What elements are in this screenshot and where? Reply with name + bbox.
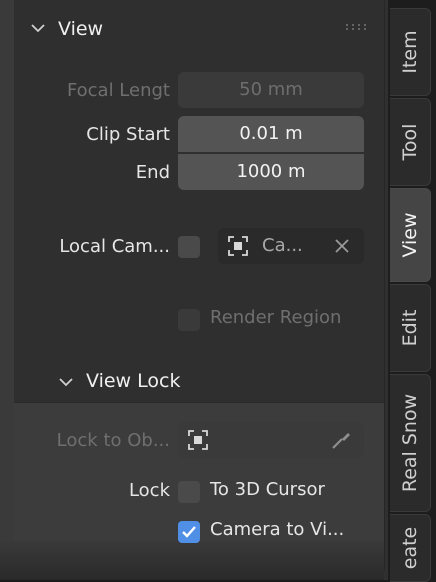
object-data-icon	[188, 430, 208, 450]
focal-length-row: Focal Lengt 50 mm	[14, 72, 384, 112]
tab-real-snow-label: Real Snow	[399, 393, 421, 493]
chevron-down-icon[interactable]	[30, 20, 46, 36]
lock-to-object-field[interactable]	[178, 422, 364, 458]
camera-to-view-checkbox[interactable]	[178, 521, 200, 543]
chevron-down-icon[interactable]	[58, 374, 74, 390]
tab-tool-label: Tool	[399, 123, 421, 161]
render-region-label: Render Region	[210, 307, 342, 328]
local-camera-object-field[interactable]: Ca...	[218, 228, 364, 264]
lock-label: Lock	[128, 480, 170, 501]
tab-item[interactable]: Item	[390, 8, 431, 96]
lock-row: Lock To 3D Cursor	[14, 474, 384, 514]
lock-to-object-label: Lock to Ob...	[56, 430, 170, 451]
tab-create-label: eate	[399, 526, 421, 570]
panel-title: View	[58, 18, 104, 40]
sidebar-tabs: Item Tool View Edit Real Snow eate	[388, 0, 436, 582]
to-3d-cursor-checkbox[interactable]	[178, 481, 200, 503]
tab-item-label: Item	[399, 30, 421, 74]
grip-icon[interactable]	[346, 22, 372, 32]
to-3d-cursor-label: To 3D Cursor	[210, 479, 325, 500]
clip-start-field[interactable]: 0.01 m	[178, 116, 364, 152]
camera-to-view-row: Camera to Vi...	[14, 514, 384, 554]
close-icon[interactable]	[334, 238, 350, 254]
tab-view-label: View	[399, 212, 421, 258]
local-camera-label: Local Cam...	[59, 236, 170, 257]
tab-view[interactable]: View	[390, 188, 431, 282]
local-camera-object-name: Ca...	[262, 235, 303, 256]
tab-real-snow[interactable]: Real Snow	[390, 374, 431, 512]
view-lock-title: View Lock	[86, 370, 181, 392]
render-region-row: Render Region	[14, 302, 384, 342]
camera-to-view-label: Camera to Vi...	[210, 519, 345, 540]
local-camera-checkbox[interactable]	[178, 236, 200, 258]
clip-end-label: End	[135, 162, 170, 183]
eyedropper-icon[interactable]	[330, 429, 352, 451]
tab-edit-label: Edit	[399, 309, 421, 347]
tab-tool[interactable]: Tool	[390, 98, 431, 186]
clip-end-field[interactable]: 1000 m	[178, 154, 364, 190]
focal-length-field[interactable]: 50 mm	[178, 72, 364, 108]
local-camera-row: Local Cam... Ca...	[14, 228, 384, 268]
view-lock-header[interactable]: View Lock	[14, 364, 384, 404]
check-icon	[181, 524, 197, 540]
object-data-icon	[228, 236, 248, 256]
render-region-checkbox[interactable]	[178, 309, 200, 331]
focal-length-label: Focal Lengt	[66, 80, 170, 101]
viewport-strip	[0, 0, 14, 580]
clip-start-row: Clip Start 0.01 m	[14, 116, 384, 156]
lock-to-object-row: Lock to Ob...	[14, 422, 384, 462]
clip-start-label: Clip Start	[86, 124, 170, 145]
view-panel-header[interactable]: View	[14, 10, 384, 52]
tab-edit[interactable]: Edit	[390, 284, 431, 372]
clip-end-row: End 1000 m	[14, 154, 384, 194]
tab-create[interactable]: eate	[390, 514, 431, 582]
